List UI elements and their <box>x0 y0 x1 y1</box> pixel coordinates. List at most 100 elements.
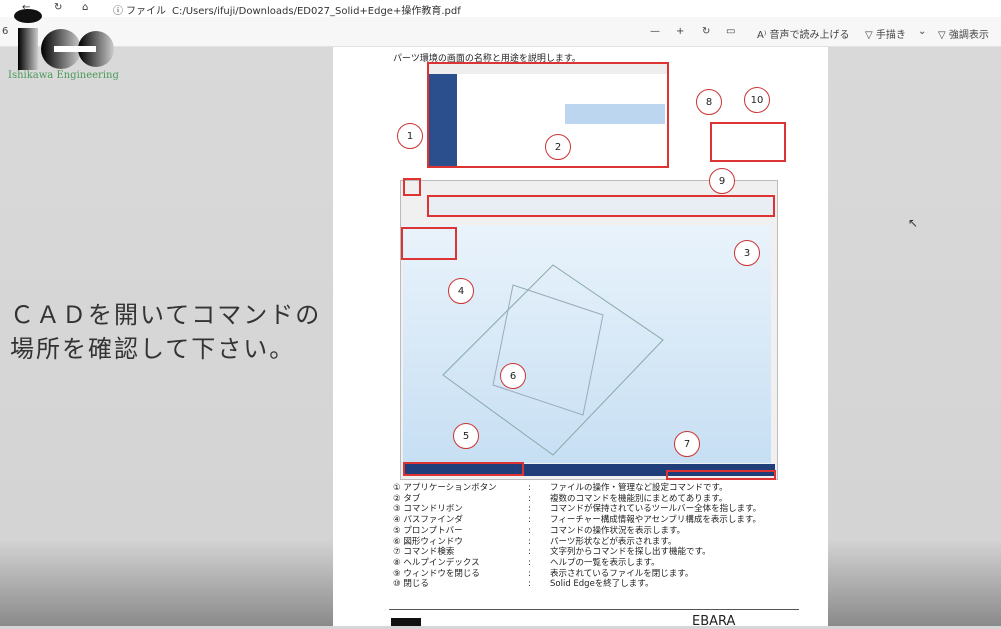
callout-2: 2 <box>545 134 571 160</box>
item-name: ① アプリケーションボタン <box>393 483 528 494</box>
address-prefix: ファイル <box>126 6 166 17</box>
footer-logo-block <box>391 618 421 626</box>
rotate-icon[interactable]: ↻ <box>702 26 710 37</box>
item-description: 複数のコマンドを機能別にまとめてあります。 <box>550 493 728 504</box>
item-description: コマンドの操作状況を表示します。 <box>550 525 686 536</box>
ie-logo-icon <box>14 9 114 70</box>
item-separator: : <box>528 483 531 493</box>
legend-item: ⑥ 図形ウィンドウ: パーツ形状などが表示されます。 <box>393 537 761 548</box>
item-separator: : <box>528 504 531 515</box>
item-label: プロンプトバー <box>403 525 463 536</box>
legend-item: ⑤ プロンプトバー: コマンドの操作状況を表示します。 <box>393 526 761 537</box>
item-description: ヘルプの一覧を表示します。 <box>550 557 660 568</box>
callout-1: 1 <box>397 123 423 149</box>
fit-page-icon[interactable]: ▭ <box>726 26 735 37</box>
item-name: ⑦ コマンド検索 <box>393 547 528 558</box>
url-field[interactable]: C:/Users/ifuji/Downloads/ED027_Solid+Edg… <box>172 2 461 17</box>
caption-line-1: ＣＡＤを開いてコマンドの <box>10 301 322 329</box>
item-name: ⑩ 閉じる <box>393 579 528 590</box>
item-separator: : <box>528 568 531 579</box>
item-description: 表示されているファイルを閉じます。 <box>550 568 694 579</box>
item-number: ③ <box>393 504 401 515</box>
item-label: タブ <box>403 493 421 504</box>
callout-3: 3 <box>734 240 760 266</box>
address-bar: ← ↻ ⌂ ⓘ ファイル C:/Users/ifuji/Downloads/ED… <box>0 0 1001 17</box>
item-description: ファイルの操作・管理など設定コマンドです。 <box>550 483 728 493</box>
item-description: 文字列からコマンドを探し出す機能です。 <box>550 547 711 558</box>
item-separator: : <box>528 557 531 568</box>
callout-8: 8 <box>696 89 722 115</box>
item-name: ⑨ ウィンドウを閉じる <box>393 569 528 580</box>
highlight-label: 強調表示 <box>948 30 989 41</box>
item-number: ④ <box>393 515 401 526</box>
item-separator: : <box>528 536 531 547</box>
footer-rule <box>389 609 799 610</box>
item-name: ⑧ ヘルプインデックス <box>393 558 528 569</box>
item-separator: : <box>528 547 531 558</box>
read-aloud-label: 音声で読み上げる <box>769 30 850 41</box>
legend-item: ⑩ 閉じる: Solid Edgeを終了します。 <box>393 579 761 590</box>
legend-item: ① アプリケーションボタン: ファイルの操作・管理など設定コマンドです。 <box>393 483 761 494</box>
footer-brand: EBARA <box>692 614 736 629</box>
item-description: Solid Edgeを終了します。 <box>550 579 654 590</box>
item-label: 図形ウィンドウ <box>403 536 463 547</box>
item-separator: : <box>528 525 531 536</box>
item-name: ⑤ プロンプトバー <box>393 526 528 537</box>
item-label: ウィンドウを閉じる <box>403 568 480 579</box>
mouse-cursor-icon: ↖ <box>908 216 919 230</box>
item-separator: : <box>528 493 531 504</box>
callout-5: 5 <box>453 423 479 449</box>
legend-item: ⑦ コマンド検索: 文字列からコマンドを探し出す機能です。 <box>393 547 761 558</box>
item-number: ⑨ <box>393 568 401 579</box>
item-label: コマンドリボン <box>403 504 463 515</box>
item-label: ヘルプインデックス <box>403 557 480 568</box>
item-number: ② <box>393 493 401 504</box>
callout-6: 6 <box>500 363 526 389</box>
caption-line-2: 場所を確認して下さい。 <box>10 335 296 363</box>
window-controls-highlight <box>710 122 786 162</box>
callout-9: 9 <box>709 168 735 194</box>
draw-button[interactable]: ▽ 手描き <box>865 26 906 41</box>
item-description: フィーチャー構成情報やアセンブリ構成を表示します。 <box>550 515 761 526</box>
legend-list: ① アプリケーションボタン: ファイルの操作・管理など設定コマンドです。 ② タブ:… <box>393 483 761 590</box>
item-separator: : <box>528 515 531 526</box>
chevron-down-icon[interactable]: ⌄ <box>918 26 926 37</box>
legend-item: ④ パスファインダ: フィーチャー構成情報やアセンブリ構成を表示します。 <box>393 515 761 526</box>
item-number: ⑩ <box>393 579 401 590</box>
item-name: ⑥ 図形ウィンドウ <box>393 537 528 548</box>
right-background <box>828 47 1001 626</box>
item-label: コマンド検索 <box>403 547 455 558</box>
callout-10: 10 <box>744 87 770 113</box>
item-description: コマンドが保持されているツールバー全体を指します。 <box>550 504 762 515</box>
draw-label: 手描き <box>875 30 906 41</box>
zoom-in-button[interactable]: + <box>676 26 684 37</box>
item-label: 閉じる <box>403 579 429 590</box>
item-number: ① <box>393 483 401 493</box>
zoom-out-button[interactable]: — <box>650 26 660 37</box>
legend-item: ⑧ ヘルプインデックス: ヘルプの一覧を表示します。 <box>393 558 761 569</box>
item-name: ④ パスファインダ <box>393 515 528 526</box>
item-separator: : <box>528 579 531 590</box>
item-number: ⑧ <box>393 557 401 568</box>
legend-item: ⑨ ウィンドウを閉じる: 表示されているファイルを閉じます。 <box>393 569 761 580</box>
callout-4: 4 <box>448 278 474 304</box>
pathfinder-highlight <box>401 227 457 260</box>
prompt-bar-highlight <box>403 462 524 476</box>
pdf-toolbar: 6 — + ↻ ▭ A⁾ 音声で読み上げる ▽ 手描き ⌄ ▽ 強調表示 <box>0 17 1001 47</box>
command-ribbon-image <box>427 195 775 217</box>
item-number: ⑤ <box>393 525 401 536</box>
item-name: ③ コマンドリボン <box>393 504 528 515</box>
highlight-button[interactable]: ▽ 強調表示 <box>938 26 989 41</box>
legend-item: ③ コマンドリボン: コマンドが保持されているツールバー全体を指します。 <box>393 504 761 515</box>
callout-7: 7 <box>674 431 700 457</box>
logo-text: Ishikawa Engineering <box>8 70 119 81</box>
command-search-highlight <box>666 470 776 480</box>
item-name: ② タブ <box>393 494 528 505</box>
item-description: パーツ形状などが表示されます。 <box>550 536 677 547</box>
item-label: アプリケーションボタン <box>403 483 497 493</box>
caption: ＣＡＤを開いてコマンドの 場所を確認して下さい。 <box>10 298 321 366</box>
legend-item: ② タブ: 複数のコマンドを機能別にまとめてあります。 <box>393 494 761 505</box>
item-label: パスファインダ <box>403 515 463 526</box>
item-number: ⑥ <box>393 536 401 547</box>
read-aloud-button[interactable]: A⁾ 音声で読み上げる <box>757 26 849 41</box>
